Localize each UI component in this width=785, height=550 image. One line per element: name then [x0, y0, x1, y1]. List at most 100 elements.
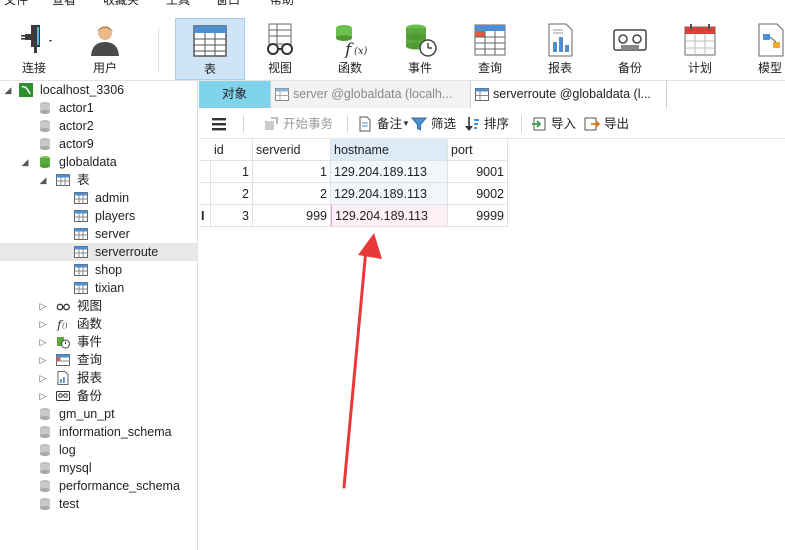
tab-server[interactable]: server @globaldata (localh... [271, 81, 471, 108]
tree-database[interactable]: information_schema [0, 423, 198, 441]
table-cell[interactable]: 2 [211, 183, 253, 205]
event-button[interactable]: 事件 [388, 18, 452, 80]
query-icon [474, 24, 506, 56]
note-icon [359, 116, 371, 132]
database-icon [40, 444, 50, 456]
table-cell[interactable]: 9001 [448, 161, 508, 183]
table-cell[interactable]: 1 [211, 161, 253, 183]
query-button[interactable]: 查询 [458, 18, 522, 80]
tree-events-folder[interactable]: ▷ 事件 [0, 333, 198, 351]
database-icon [40, 462, 50, 474]
schedule-icon [684, 24, 716, 56]
import-button[interactable]: 导入 [531, 115, 579, 133]
table-icon [74, 246, 88, 258]
table-icon [74, 210, 88, 222]
database-icon [40, 426, 50, 438]
tree-database-globaldata[interactable]: ◢ globaldata [0, 153, 198, 171]
row-marker[interactable] [199, 161, 211, 183]
column-header-hostname[interactable]: hostname [331, 139, 448, 161]
table-button[interactable]: 表 [175, 18, 245, 80]
tree-database[interactable]: gm_un_pt [0, 405, 198, 423]
table-cell[interactable]: 9002 [448, 183, 508, 205]
tree-reports-folder[interactable]: ▷ 报表 [0, 369, 198, 387]
table-cell[interactable]: 999 [253, 205, 331, 227]
menu-window[interactable]: 窗口 [216, 0, 240, 9]
collapse-arrow-icon[interactable]: ◢ [20, 153, 30, 171]
expand-arrow-icon[interactable]: ▷ [38, 387, 48, 405]
backup-button[interactable]: 备份 [598, 18, 662, 80]
menu-view[interactable]: 查看 [52, 0, 76, 9]
row-edit-marker-icon[interactable]: I [199, 205, 211, 227]
table-cell[interactable]: 1 [253, 161, 331, 183]
expand-arrow-icon[interactable]: ▷ [38, 315, 48, 333]
editing-cell-input[interactable]: 129.204.189.113 [331, 205, 448, 227]
column-header-port[interactable]: port [448, 139, 508, 161]
note-button[interactable]: 备注 ▼ [357, 115, 410, 133]
model-button[interactable]: 模型 [738, 18, 785, 80]
hamburger-icon [212, 118, 226, 131]
tree-tables-folder[interactable]: ◢ 表 [0, 171, 198, 189]
table-cell[interactable]: 2 [253, 183, 331, 205]
connection-button[interactable]: 连接 [2, 18, 66, 80]
sort-button[interactable]: 排序 [464, 115, 514, 133]
svg-text:(x): (x) [354, 46, 368, 57]
tree-backups-folder[interactable]: ▷ 备份 [0, 387, 198, 405]
expand-arrow-icon[interactable]: ▷ [38, 369, 48, 387]
export-button[interactable]: 导出 [584, 115, 632, 133]
tree-queries-folder[interactable]: ▷ 查询 [0, 351, 198, 369]
query-label: 查询 [477, 61, 502, 75]
collapse-arrow-icon[interactable]: ◢ [3, 81, 13, 99]
tree-database[interactable]: performance_schema [0, 477, 198, 495]
expand-arrow-icon[interactable]: ▷ [38, 333, 48, 351]
table-cell[interactable]: 129.204.189.113 [331, 183, 448, 205]
filter-button[interactable]: 筛选 [411, 115, 459, 133]
menu-tools[interactable]: 工具 [166, 0, 190, 9]
tree-database[interactable]: actor1 [0, 99, 198, 117]
row-marker[interactable] [199, 183, 211, 205]
tab-objects[interactable]: 对象 [199, 81, 271, 108]
tree-database[interactable]: mysql [0, 459, 198, 477]
column-header-serverid[interactable]: serverid [253, 139, 331, 161]
tree-table-item[interactable]: admin [0, 189, 198, 207]
tree-functions-folder[interactable]: ▷ f() 函数 [0, 315, 198, 333]
expand-arrow-icon[interactable]: ▷ [38, 297, 48, 315]
table-cell[interactable]: 9999 [448, 205, 508, 227]
table-icon [475, 88, 489, 101]
expand-arrow-icon[interactable]: ▷ [38, 351, 48, 369]
user-button[interactable]: 用户 [73, 18, 137, 80]
menu-favorites[interactable]: 收藏夹 [103, 0, 139, 9]
tree-connection[interactable]: ◢ localhost_3306 [0, 81, 198, 99]
table-cell[interactable]: 3 [211, 205, 253, 227]
function-button[interactable]: f (x) 函数 [318, 18, 382, 80]
database-icon [40, 408, 50, 420]
tree-database[interactable]: actor9 [0, 135, 198, 153]
tree-table-item[interactable]: tixian [0, 279, 198, 297]
collapse-arrow-icon[interactable]: ◢ [38, 171, 48, 189]
database-open-icon [40, 156, 50, 168]
tree-database[interactable]: actor2 [0, 117, 198, 135]
menu-help[interactable]: 帮助 [270, 0, 294, 9]
view-button[interactable]: 视图 [248, 18, 312, 80]
user-icon [91, 26, 119, 56]
tree-table-item[interactable]: players [0, 207, 198, 225]
menu-file[interactable]: 文件 [4, 0, 28, 9]
dropdown-arrow-icon[interactable]: ▼ [402, 115, 410, 133]
column-header-id[interactable]: id [211, 139, 253, 161]
database-icon [40, 120, 50, 132]
tree-database[interactable]: test [0, 495, 198, 513]
toolbar-separator [158, 29, 159, 73]
menu-button[interactable] [211, 115, 231, 133]
tree-table-item-selected[interactable]: serverroute [0, 243, 198, 261]
tree-database[interactable]: log [0, 441, 198, 459]
schedule-button[interactable]: 计划 [668, 18, 732, 80]
begin-transaction-button[interactable]: 开始事务 [263, 115, 347, 133]
report-button[interactable]: 报表 [528, 18, 592, 80]
table-cell[interactable]: 129.204.189.113 [331, 161, 448, 183]
tree-table-item[interactable]: server [0, 225, 198, 243]
tab-bar: 对象 server @globaldata (localh... serverr… [199, 81, 785, 109]
backup-icon [613, 29, 647, 51]
tree-views-folder[interactable]: ▷ 视图 [0, 297, 198, 315]
tree-table-item[interactable]: shop [0, 261, 198, 279]
report-label: 报表 [547, 61, 572, 75]
tab-serverroute[interactable]: serverroute @globaldata (l... [471, 81, 667, 109]
